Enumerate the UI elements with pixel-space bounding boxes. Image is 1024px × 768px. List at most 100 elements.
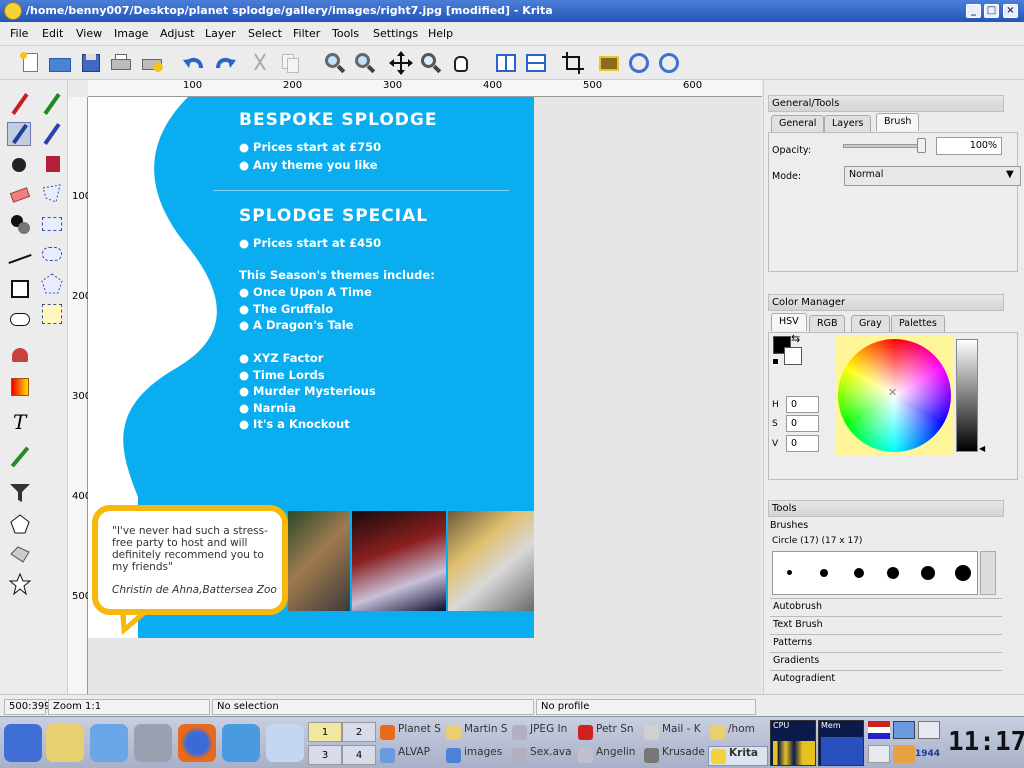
clock[interactable]: 11:17 (948, 727, 1024, 757)
menu-adjust[interactable]: Adjust (160, 27, 194, 40)
swap-colors-icon[interactable]: ⇆ (791, 332, 800, 345)
tray-doc-icon[interactable] (868, 745, 890, 763)
color-picker-brush-icon[interactable] (40, 152, 64, 176)
pan-hand-icon[interactable] (448, 50, 474, 76)
gradient-tool-icon[interactable] (8, 375, 32, 399)
color-picker-icon[interactable] (8, 445, 32, 469)
star-tool-icon[interactable] (8, 572, 32, 596)
split-vertical-icon[interactable] (493, 50, 519, 76)
brush-preset[interactable] (820, 569, 828, 577)
text-tool-icon[interactable]: T (8, 410, 32, 434)
menu-view[interactable]: View (76, 27, 102, 40)
task-home[interactable]: /hom (708, 723, 768, 743)
menu-tools[interactable]: Tools (332, 27, 359, 40)
section-autogradient[interactable]: Autogradient (770, 670, 1002, 687)
crop-icon[interactable] (560, 50, 586, 76)
smudge-tool-icon[interactable] (8, 152, 32, 176)
brush-preset[interactable] (787, 570, 792, 575)
tab-general[interactable]: General (771, 115, 825, 133)
zoom-out-icon[interactable] (352, 50, 378, 76)
tab-hsv[interactable]: HSV (771, 313, 807, 331)
brush-grid-scrollbar[interactable] (980, 551, 996, 595)
magic-wand-select-icon[interactable] (40, 302, 64, 326)
task-martin[interactable]: Martin S (444, 723, 508, 743)
undo-icon[interactable] (181, 50, 207, 76)
tab-layers[interactable]: Layers (824, 115, 872, 133)
task-angelin[interactable]: Angelin (576, 746, 636, 766)
task-krusader[interactable]: Krusade (642, 746, 705, 766)
print-preview-icon[interactable] (139, 50, 165, 76)
cut-icon[interactable] (247, 50, 273, 76)
section-patterns[interactable]: Patterns (770, 634, 1002, 651)
polyline-tool-icon[interactable] (8, 542, 32, 566)
rotate-ccw-icon[interactable] (626, 50, 652, 76)
section-autobrush[interactable]: Autobrush (770, 598, 1002, 615)
reset-colors-icon[interactable] (772, 358, 779, 365)
menu-select[interactable]: Select (248, 27, 282, 40)
task-planet[interactable]: Planet S (378, 723, 441, 743)
tray-window-icon[interactable] (918, 721, 940, 739)
task-jpeg[interactable]: JPEG In (510, 723, 570, 743)
task-petr[interactable]: Petr Sn (576, 723, 636, 743)
opacity-slider-track[interactable] (843, 144, 925, 148)
brush-preset[interactable] (955, 565, 971, 581)
close-button[interactable]: × (1003, 4, 1018, 18)
keyboard-layout-icon[interactable] (868, 721, 890, 739)
tray-app-icon[interactable] (893, 721, 915, 739)
brush-preset[interactable] (921, 566, 935, 580)
disk-icon[interactable] (134, 724, 172, 762)
tab-brush[interactable]: Brush (876, 113, 920, 131)
brush-preset[interactable] (887, 567, 899, 579)
menu-file[interactable]: File (10, 27, 28, 40)
rotate-cw-icon[interactable] (656, 50, 682, 76)
s-spinbox[interactable]: 0 (786, 415, 819, 432)
task-mail[interactable]: Mail - K (642, 723, 702, 743)
task-sex-ava[interactable]: Sex.ava (510, 746, 572, 766)
section-text-brush[interactable]: Text Brush (770, 616, 1002, 633)
brush-preset[interactable] (854, 568, 864, 578)
open-folder-icon[interactable] (47, 50, 73, 76)
browser-icon[interactable] (222, 724, 260, 762)
new-document-icon[interactable] (18, 50, 44, 76)
cpu-monitor[interactable]: CPU (770, 720, 816, 766)
desktop-1[interactable]: 1 (308, 722, 342, 742)
redo-icon[interactable] (212, 50, 238, 76)
tab-rgb[interactable]: RGB (809, 315, 846, 333)
menu-layer[interactable]: Layer (205, 27, 236, 40)
task-krita[interactable]: Krita (708, 746, 768, 766)
section-gradients[interactable]: Gradients (770, 652, 1002, 669)
ellipse-select-icon[interactable] (40, 242, 64, 266)
maximize-button[interactable]: □ (984, 4, 999, 18)
desktop-4[interactable]: 4 (342, 745, 376, 765)
h-spinbox[interactable]: 0 (786, 396, 819, 413)
v-spinbox[interactable]: 0 (786, 435, 819, 452)
menu-settings[interactable]: Settings (373, 27, 418, 40)
pen-tool-icon[interactable] (7, 122, 31, 146)
mode-select[interactable]: Normal (844, 166, 1021, 186)
copy-icon[interactable] (277, 50, 303, 76)
split-horizontal-icon[interactable] (523, 50, 549, 76)
rect-select-icon[interactable] (40, 212, 64, 236)
task-images[interactable]: images (444, 746, 504, 766)
menu-help[interactable]: Help (428, 27, 453, 40)
desktop-2[interactable]: 2 (342, 722, 376, 742)
tab-gray[interactable]: Gray (851, 315, 890, 333)
minimize-button[interactable]: _ (966, 4, 981, 18)
zoom-in-icon[interactable] (322, 50, 348, 76)
tray-package-icon[interactable] (893, 745, 915, 763)
tab-palettes[interactable]: Palettes (891, 315, 945, 333)
filter-tool-icon[interactable] (8, 480, 32, 504)
save-icon[interactable] (78, 50, 104, 76)
home-icon[interactable] (46, 724, 84, 762)
app-icon[interactable] (266, 724, 304, 762)
brush-tool-icon[interactable] (8, 92, 32, 116)
opacity-slider-handle[interactable] (917, 138, 926, 153)
background-color[interactable] (784, 347, 802, 365)
firefox-icon[interactable] (178, 724, 216, 762)
image-properties-icon[interactable] (596, 50, 622, 76)
polygon-select-icon[interactable] (40, 272, 64, 296)
fill-pen-tool-icon[interactable] (40, 122, 64, 146)
task-alvap[interactable]: ALVAP (378, 746, 438, 766)
airbrush-tool-icon[interactable] (40, 92, 64, 116)
opacity-value[interactable]: 100% (936, 137, 1002, 155)
